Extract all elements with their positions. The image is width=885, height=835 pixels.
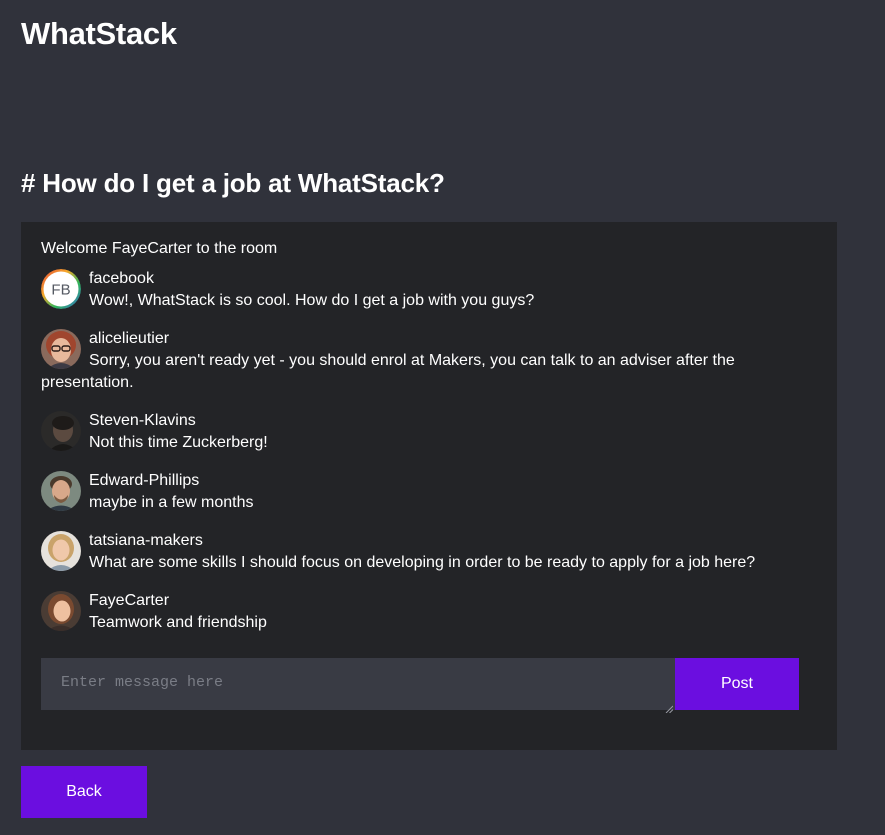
chat-message: tatsiana-makers What are some skills I s… (41, 530, 817, 574)
steven-klavins-avatar (41, 411, 81, 451)
message-text: Wow!, WhatStack is so cool. How do I get… (89, 292, 535, 309)
message-text: Teamwork and friendship (89, 614, 267, 631)
app-title: WhatStack (21, 16, 177, 51)
alicelieutier-avatar (41, 329, 81, 369)
avatar-initials: FB (51, 282, 70, 299)
message-username: tatsiana-makers (89, 532, 203, 549)
chat-message: Steven-Klavins Not this time Zuckerberg! (41, 410, 817, 454)
edward-phillips-avatar (41, 471, 81, 511)
chat-panel: Welcome FayeCarter to the room FB facebo… (21, 222, 837, 750)
message-username: FayeCarter (89, 592, 170, 609)
message-composer: Post (41, 658, 799, 714)
message-username: alicelieutier (89, 330, 170, 347)
message-text: What are some skills I should focus on d… (89, 554, 756, 571)
message-input[interactable] (41, 658, 675, 710)
facebook-avatar: FB (41, 269, 81, 309)
post-button[interactable]: Post (675, 658, 799, 710)
chat-message: FayeCarter Teamwork and friendship (41, 590, 817, 634)
message-text: Sorry, you aren't ready yet - you should… (41, 352, 735, 391)
message-username: Steven-Klavins (89, 412, 196, 429)
resize-grip-icon[interactable] (665, 700, 674, 714)
fayecarter-avatar (41, 591, 81, 631)
message-username: Edward-Phillips (89, 472, 200, 489)
message-text: Not this time Zuckerberg! (89, 434, 268, 451)
chat-message: alicelieutier Sorry, you aren't ready ye… (41, 328, 817, 394)
chat-message: FB facebook Wow!, WhatStack is so cool. … (41, 268, 817, 312)
chat-message: Edward-Phillips maybe in a few months (41, 470, 817, 514)
message-text: maybe in a few months (89, 494, 254, 511)
welcome-message: Welcome FayeCarter to the room (41, 240, 278, 257)
back-button[interactable]: Back (21, 766, 147, 818)
message-username: facebook (89, 270, 154, 287)
tatsiana-makers-avatar (41, 531, 81, 571)
room-title: # How do I get a job at WhatStack? (21, 168, 445, 198)
